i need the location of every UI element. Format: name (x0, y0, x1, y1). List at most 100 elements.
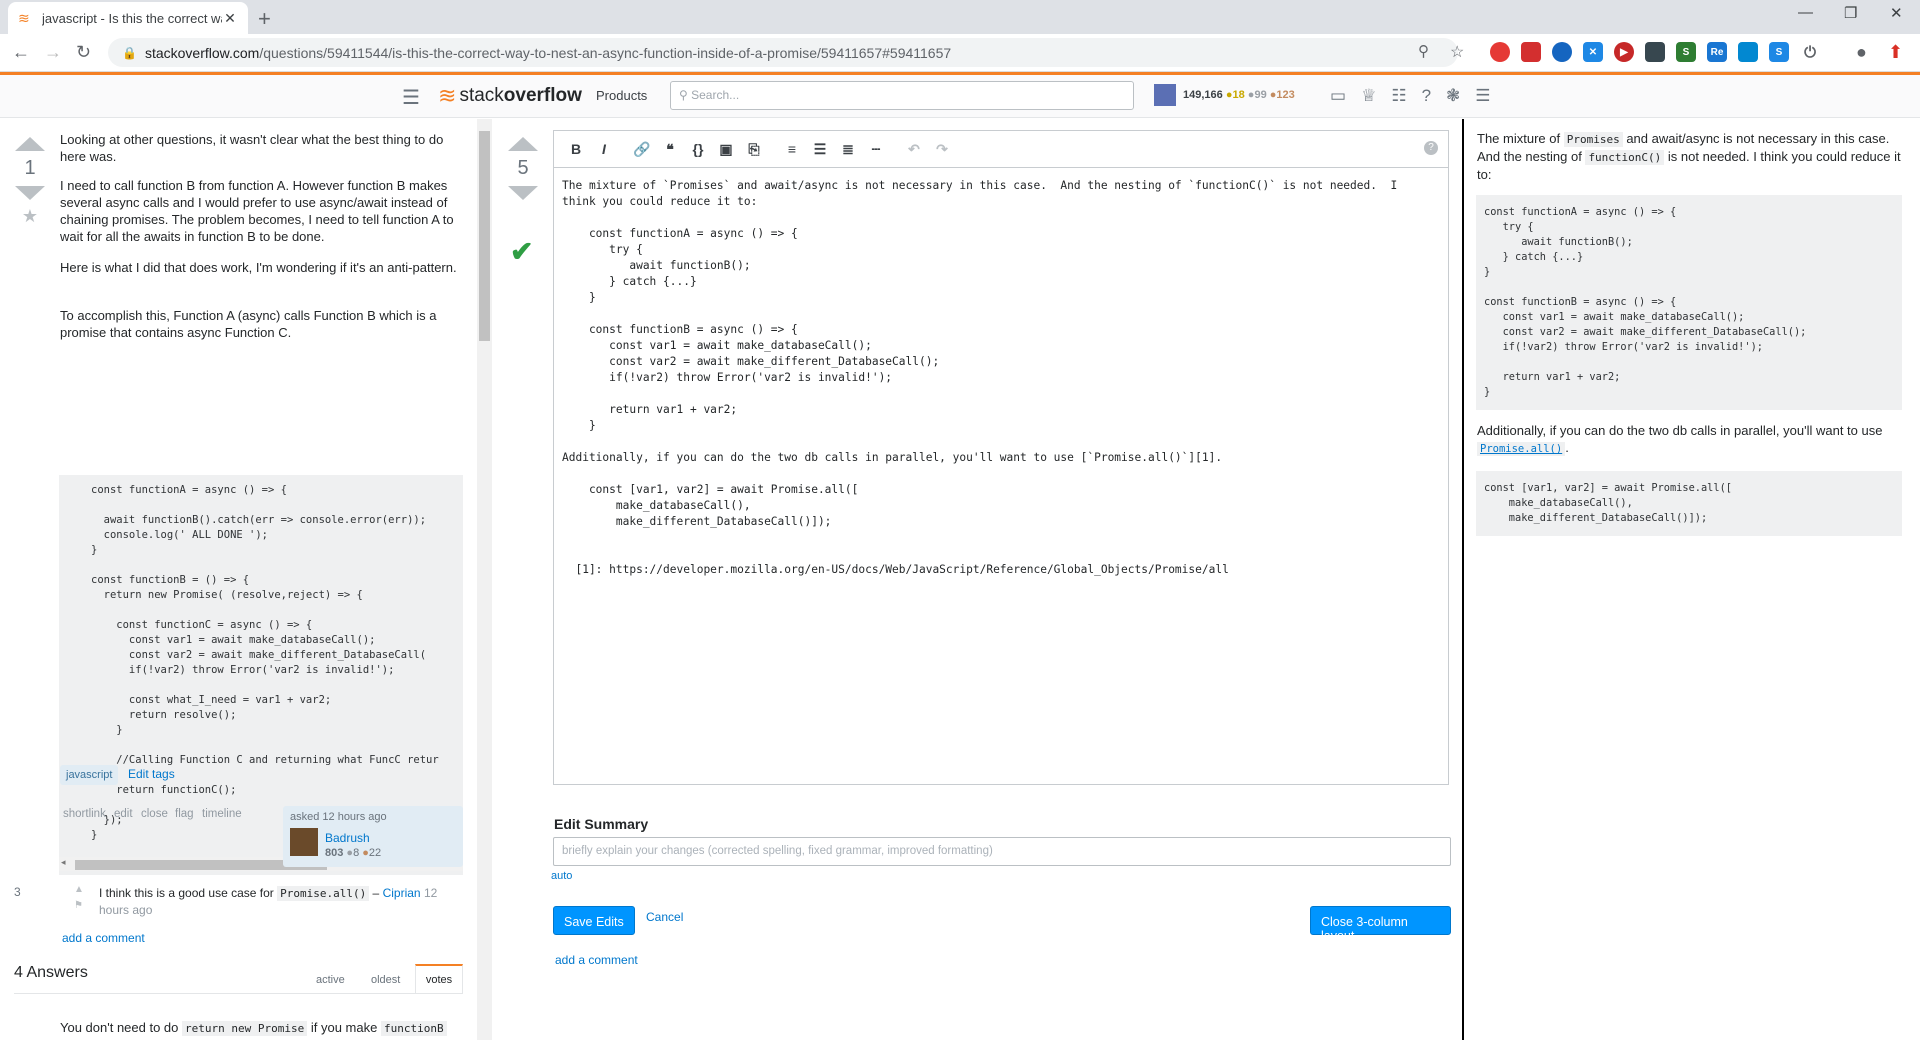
power-extension-icon[interactable]: ⏻ (1800, 42, 1820, 62)
edit-summary-label: Edit Summary (554, 816, 649, 832)
sort-tab-active[interactable]: active (316, 974, 345, 986)
image-icon[interactable]: ▣ (714, 141, 738, 158)
forward-icon[interactable]: → (44, 42, 62, 63)
comment-upvote-icon[interactable]: ▲ (74, 884, 84, 895)
back-icon[interactable]: ← (12, 42, 30, 63)
save-edits-button[interactable]: Save Edits (553, 906, 635, 935)
search-icon: ⚲ (679, 88, 692, 102)
comment-user-link[interactable]: Ciprian (383, 886, 421, 900)
code-icon[interactable]: {} (686, 141, 710, 157)
close-link[interactable]: close (141, 808, 168, 820)
zoom-icon[interactable]: ⚲ (1418, 42, 1429, 60)
tag-javascript[interactable]: javascript (60, 765, 119, 785)
auto-summary-link[interactable]: auto (551, 870, 572, 882)
preview-code-block: const functionA = async () => { try { aw… (1476, 195, 1902, 410)
help-icon[interactable]: ? (1422, 86, 1431, 106)
silver-badge-count: 99 (1254, 89, 1267, 101)
extension-icon[interactable] (1490, 42, 1510, 62)
user-avatar[interactable] (290, 828, 318, 856)
achievements-trophy-icon[interactable]: ♕ (1361, 86, 1376, 106)
review-queue-icon[interactable]: ☷ (1391, 86, 1406, 106)
edit-tags-link[interactable]: Edit tags (128, 767, 175, 781)
answer-editor-column: 5 ✔ B I 🔗 ❝ {} ▣ ⎘ ≡ ☰ ≣ ┄ ↶ ↷ ? The mix… (492, 119, 1464, 1040)
timeline-link[interactable]: timeline (202, 808, 242, 820)
upvote-arrow-icon[interactable] (15, 137, 45, 151)
inbox-icon[interactable]: ▭ (1330, 86, 1346, 106)
answers-count-heading: 4 Answers (14, 964, 88, 981)
restore-button[interactable]: ❐ (1844, 4, 1857, 22)
products-link[interactable]: Products (596, 88, 647, 103)
redo-icon[interactable]: ↷ (930, 141, 954, 158)
undo-icon[interactable]: ↶ (902, 141, 926, 158)
reload-icon[interactable]: ↻ (76, 42, 91, 63)
stackexchange-icon[interactable]: ❃ (1446, 86, 1460, 106)
preview-code: const functionA = async () => { try { aw… (1484, 206, 1807, 398)
numbered-list-icon[interactable]: ≡ (780, 141, 804, 157)
calendar-extension-icon[interactable] (1645, 42, 1665, 62)
user-avatar[interactable] (1154, 84, 1176, 106)
comment-inline-code: Promise.all() (277, 886, 370, 901)
re-extension-icon[interactable]: Re (1707, 42, 1727, 62)
flag-link[interactable]: flag (175, 808, 194, 820)
x-extension-icon[interactable]: ✕ (1583, 42, 1603, 62)
new-tab-button[interactable]: + (258, 6, 271, 32)
bookmark-star-icon[interactable]: ☆ (1450, 42, 1464, 62)
question-vote-cell: 1 ★ (15, 137, 45, 227)
help-icon[interactable]: ? (1424, 141, 1438, 155)
asker-user-card: asked 12 hours ago Badrush 803 ●8 ●22 (283, 806, 463, 867)
hamburger-menu-icon[interactable]: ☰ (402, 85, 420, 110)
sort-tab-oldest[interactable]: oldest (371, 974, 400, 986)
browser-tab[interactable]: ≋ javascript - Is this the correct wa ✕ (8, 2, 248, 34)
minimize-button[interactable]: — (1798, 4, 1813, 21)
play-extension-icon[interactable]: ▶ (1614, 42, 1634, 62)
profile-avatar-icon[interactable]: ● (1856, 42, 1867, 63)
snippet-icon[interactable]: ⎘ (742, 141, 766, 158)
scrollbar-thumb[interactable] (479, 131, 490, 341)
site-search-input[interactable]: ⚲ Search... (670, 81, 1134, 110)
bold-icon[interactable]: B (564, 141, 588, 157)
accepted-checkmark-icon: ✔ (510, 236, 534, 267)
s-blue-extension-icon[interactable]: S (1769, 42, 1789, 62)
downvote-arrow-icon[interactable] (15, 186, 45, 200)
update-menu-icon[interactable]: ⬆ (1888, 42, 1903, 63)
comment-flag-icon[interactable]: ⚑ (74, 900, 83, 911)
url-host: stackoverflow.com (144, 44, 260, 61)
favorite-star-icon[interactable]: ★ (15, 206, 45, 227)
close-3-column-layout-button[interactable]: Close 3-column layout (1310, 906, 1451, 943)
add-comment-link[interactable]: add a comment (62, 931, 145, 945)
upvote-arrow-icon[interactable] (508, 137, 538, 151)
answer-markdown-text: The mixture of `Promises` and await/asyn… (562, 179, 1398, 576)
promise-all-link[interactable]: Promise.all() (1477, 442, 1566, 456)
scroll-left-icon[interactable]: ◂ (61, 857, 66, 868)
window-extension-icon[interactable] (1738, 42, 1758, 62)
downvote-arrow-icon[interactable] (508, 186, 538, 200)
cancel-link[interactable]: Cancel (646, 910, 683, 924)
address-bar[interactable]: 🔒 stackoverflow.com/questions/59411544/i… (108, 38, 1458, 67)
horizontal-rule-icon[interactable]: ┄ (864, 141, 888, 158)
close-tab-icon[interactable]: ✕ (222, 10, 238, 27)
s-extension-icon[interactable]: S (1676, 42, 1696, 62)
answer-snippet: You don't need to do return new Promise … (60, 1019, 464, 1037)
site-switcher-icon[interactable]: ☰ (1475, 86, 1490, 106)
preview-column: The mixture of Promises and await/async … (1466, 119, 1920, 1040)
left-column-scrollbar[interactable] (477, 119, 492, 1040)
edit-link[interactable]: edit (114, 808, 133, 820)
stackoverflow-logo[interactable]: ≋ stack overflow (438, 83, 582, 109)
bulleted-list-icon[interactable]: ☰ (808, 141, 832, 158)
italic-icon[interactable]: I (592, 141, 616, 157)
lock-icon: 🔒 (122, 45, 137, 60)
globe-extension-icon[interactable] (1552, 42, 1572, 62)
blockquote-icon[interactable]: ❝ (658, 141, 682, 158)
answer-markdown-textarea[interactable]: The mixture of `Promises` and await/asyn… (554, 167, 1448, 784)
link-icon[interactable]: 🔗 (630, 141, 654, 158)
stackoverflow-favicon-icon: ≋ (18, 10, 30, 26)
shortlink-link[interactable]: shortlink (63, 808, 106, 820)
edit-summary-input[interactable]: briefly explain your changes (corrected … (553, 837, 1451, 866)
add-comment-link[interactable]: add a comment (555, 953, 638, 967)
close-window-button[interactable]: ✕ (1890, 4, 1903, 22)
sort-tab-votes[interactable]: votes (415, 964, 463, 993)
shield-extension-icon[interactable] (1521, 42, 1541, 62)
heading-icon[interactable]: ≣ (836, 141, 860, 158)
reputation-summary[interactable]: 149,166 ●18 ●99 ●123 (1183, 89, 1295, 101)
user-name-link[interactable]: Badrush (325, 831, 370, 845)
